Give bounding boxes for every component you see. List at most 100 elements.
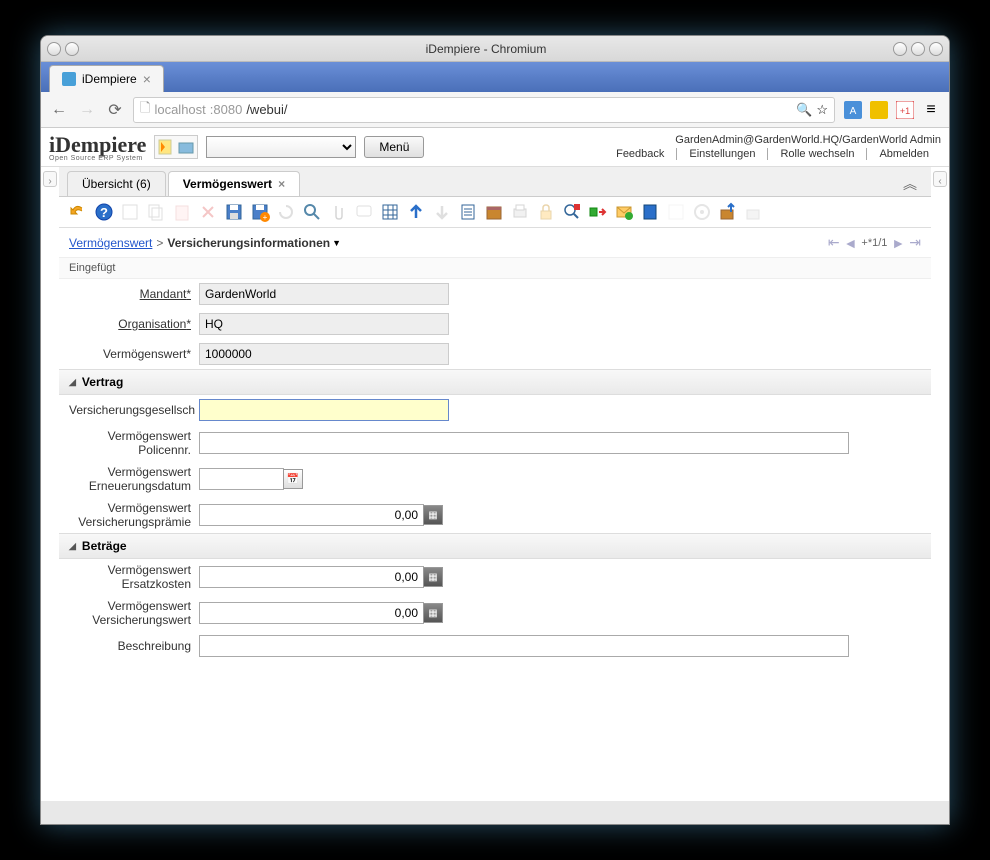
forward-button[interactable]: → bbox=[77, 100, 97, 120]
requests-icon[interactable] bbox=[613, 201, 635, 223]
calculator-icon[interactable]: ▦ bbox=[423, 567, 443, 587]
report-icon[interactable] bbox=[457, 201, 479, 223]
grid-toggle-icon[interactable] bbox=[379, 201, 401, 223]
window-title: iDempiere - Chromium bbox=[79, 42, 893, 56]
svg-text:A: A bbox=[850, 106, 857, 117]
delete-icon[interactable] bbox=[171, 201, 193, 223]
section-betraege[interactable]: ◢ Beträge bbox=[59, 533, 931, 559]
zoom-icon[interactable]: 🔍 bbox=[796, 102, 812, 118]
status-message: Eingefügt bbox=[59, 258, 931, 279]
field-mandant[interactable] bbox=[199, 283, 449, 305]
next-record-icon[interactable]: ► bbox=[891, 235, 905, 251]
zoom-across-icon[interactable] bbox=[561, 201, 583, 223]
breadcrumb-current[interactable]: Versicherungsinformationen bbox=[167, 236, 330, 250]
field-description[interactable] bbox=[199, 635, 849, 657]
calendar-icon[interactable]: 📅 bbox=[283, 469, 303, 489]
close-window-button[interactable] bbox=[929, 42, 943, 56]
label-insurance-company: Versicherungsgesellsch bbox=[69, 403, 199, 417]
menu-search-dropdown[interactable] bbox=[206, 136, 356, 158]
copy-icon[interactable] bbox=[145, 201, 167, 223]
window-menu-icon[interactable] bbox=[47, 42, 61, 56]
label-renewal-date: Vermögenswert Erneuerungsdatum bbox=[69, 465, 199, 493]
breadcrumb-separator: > bbox=[156, 236, 163, 250]
link-settings[interactable]: Einstellungen bbox=[677, 148, 768, 160]
bookmark-icon[interactable]: ☆ bbox=[816, 102, 828, 118]
tab-asset[interactable]: Vermögenswert × bbox=[168, 171, 300, 196]
link-switch-role[interactable]: Rolle wechseln bbox=[768, 148, 867, 160]
browser-tab[interactable]: iDempiere × bbox=[49, 65, 164, 92]
attachment-icon[interactable] bbox=[327, 201, 349, 223]
import-icon[interactable] bbox=[743, 201, 765, 223]
menu-button[interactable]: Menü bbox=[364, 136, 424, 158]
url-input[interactable]: 🗋 localhost:8080/webui/ 🔍 ☆ bbox=[133, 97, 835, 123]
process-icon[interactable] bbox=[691, 201, 713, 223]
back-button[interactable]: ← bbox=[49, 100, 69, 120]
minimize-button[interactable] bbox=[893, 42, 907, 56]
browser-tab-title: iDempiere bbox=[82, 72, 137, 86]
refresh-icon[interactable] bbox=[275, 201, 297, 223]
window-pin-icon[interactable] bbox=[65, 42, 79, 56]
label-insured-value: Vermögenswert Versicherungswert bbox=[69, 599, 199, 627]
tab-close-icon[interactable]: × bbox=[278, 177, 285, 191]
label-asset: Vermögenswert* bbox=[69, 347, 199, 361]
app-logo: iDempiere Open Source ERP System bbox=[49, 132, 146, 162]
svg-text:+: + bbox=[263, 213, 268, 222]
breadcrumb-dropdown-icon[interactable]: ▼ bbox=[332, 238, 341, 248]
url-port: :8080 bbox=[210, 102, 243, 117]
label-replace-cost: Vermögenswert Ersatzkosten bbox=[69, 563, 199, 591]
chat-icon[interactable] bbox=[353, 201, 375, 223]
prev-record-icon[interactable]: ◄ bbox=[844, 235, 858, 251]
maximize-button[interactable] bbox=[911, 42, 925, 56]
save-new-icon[interactable]: + bbox=[249, 201, 271, 223]
link-feedback[interactable]: Feedback bbox=[604, 148, 677, 160]
archive-icon[interactable] bbox=[483, 201, 505, 223]
delete-x-icon[interactable] bbox=[197, 201, 219, 223]
collapse-icon: ◢ bbox=[69, 541, 76, 552]
field-organisation[interactable] bbox=[199, 313, 449, 335]
calculator-icon[interactable]: ▦ bbox=[423, 505, 443, 525]
parent-record-icon[interactable] bbox=[405, 201, 427, 223]
detail-record-icon[interactable] bbox=[431, 201, 453, 223]
field-replace-cost[interactable] bbox=[199, 566, 424, 588]
section-vertrag[interactable]: ◢ Vertrag bbox=[59, 369, 931, 395]
save-icon[interactable] bbox=[223, 201, 245, 223]
active-workflow-icon[interactable] bbox=[587, 201, 609, 223]
print-icon[interactable] bbox=[509, 201, 531, 223]
url-path: /webui/ bbox=[246, 102, 287, 117]
extension-icon[interactable] bbox=[869, 100, 889, 120]
field-insured-value[interactable] bbox=[199, 602, 424, 624]
address-bar: ← → ⟳ 🗋 localhost:8080/webui/ 🔍 ☆ A +1 ≡ bbox=[41, 92, 949, 128]
help-icon[interactable]: ? bbox=[93, 201, 115, 223]
menu-icon[interactable]: ≡ bbox=[921, 100, 941, 120]
tab-overview[interactable]: Übersicht (6) bbox=[67, 171, 166, 196]
new-icon[interactable] bbox=[119, 201, 141, 223]
gplus-icon[interactable]: +1 bbox=[895, 100, 915, 120]
right-panel-toggle[interactable]: ‹ bbox=[933, 171, 947, 187]
export-icon[interactable] bbox=[717, 201, 739, 223]
svg-text:+1: +1 bbox=[900, 106, 910, 116]
open-doc-icon[interactable] bbox=[177, 138, 195, 156]
first-record-icon[interactable]: ⇤ bbox=[828, 234, 840, 251]
collapse-icon: ◢ bbox=[69, 377, 76, 388]
url-host: localhost bbox=[154, 102, 205, 117]
translate-icon[interactable]: A bbox=[843, 100, 863, 120]
product-info-icon[interactable] bbox=[639, 201, 661, 223]
field-asset[interactable] bbox=[199, 343, 449, 365]
field-policy-no[interactable] bbox=[199, 432, 849, 454]
left-panel-toggle[interactable]: › bbox=[43, 171, 57, 187]
last-record-icon[interactable]: ⇥ bbox=[909, 234, 921, 251]
link-logout[interactable]: Abmelden bbox=[867, 148, 941, 160]
undo-icon[interactable] bbox=[67, 201, 89, 223]
calculator-icon[interactable]: ▦ bbox=[423, 603, 443, 623]
field-insurance-company[interactable] bbox=[199, 399, 449, 421]
new-doc-icon[interactable] bbox=[157, 138, 175, 156]
reload-button[interactable]: ⟳ bbox=[105, 100, 125, 120]
field-renewal-date[interactable] bbox=[199, 468, 284, 490]
user-context: GardenAdmin@GardenWorld.HQ/GardenWorld A… bbox=[604, 134, 941, 146]
tab-close-icon[interactable]: × bbox=[143, 71, 151, 87]
field-premium[interactable] bbox=[199, 504, 424, 526]
search-icon[interactable] bbox=[301, 201, 323, 223]
breadcrumb-root[interactable]: Vermögenswert bbox=[69, 236, 152, 250]
collapse-all-icon[interactable]: ︽ bbox=[897, 174, 923, 194]
lock-icon[interactable] bbox=[535, 201, 557, 223]
